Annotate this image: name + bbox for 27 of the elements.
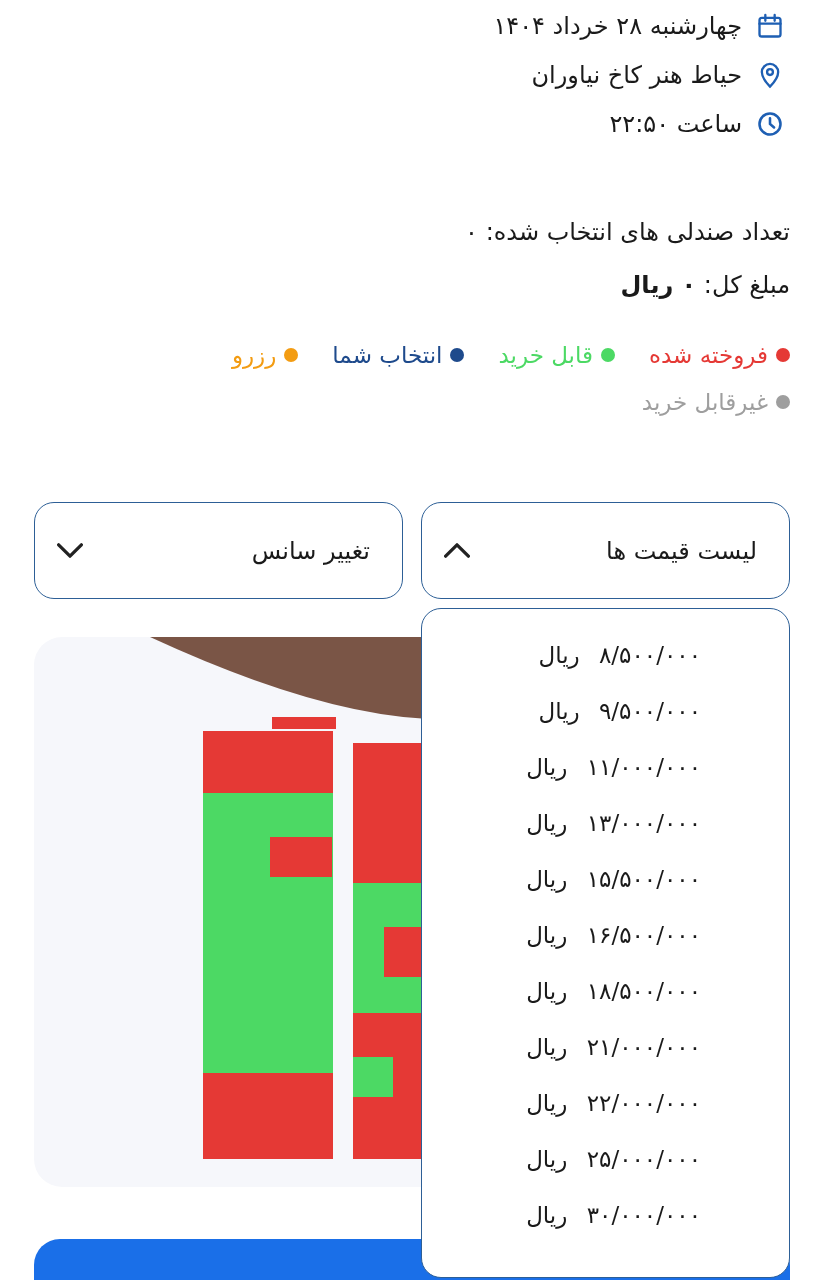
legend-label: غیرقابل خرید (641, 389, 768, 415)
info-text: حیاط هنر کاخ نیاوران (531, 61, 742, 89)
menu-option[interactable]: ۱۳/۰۰۰/۰۰۰ ریال (422, 795, 789, 851)
legend-label: قابل خرید (498, 342, 593, 368)
info-text: ساعت ۲۲:۵۰ (609, 110, 742, 138)
total-price-text: مبلغ کل: ۰ ریال (620, 271, 790, 299)
menu-option[interactable]: ۳۰/۰۰۰/۰۰۰ ریال (422, 1187, 789, 1243)
menu-option[interactable]: ۲۲/۰۰۰/۰۰۰ ریال (422, 1075, 789, 1131)
menu-option[interactable]: ۱۸/۵۰۰/۰۰۰ ریال (422, 963, 789, 1019)
legend-label: رزرو (231, 342, 277, 368)
info-text: چهارشنبه ۲۸ خرداد ۱۴۰۴ (493, 12, 742, 40)
menu-option[interactable]: ۲۵/۰۰۰/۰۰۰ ریال (422, 1131, 789, 1187)
clock-icon (756, 110, 784, 138)
calendar-icon (756, 12, 784, 40)
menu-option[interactable]: ۱۵/۵۰۰/۰۰۰ ریال (422, 851, 789, 907)
chevron-up-icon (444, 543, 470, 558)
chevron-down-icon (57, 543, 83, 558)
selected-count-text: تعداد صندلی های انتخاب شده: ۰ (465, 218, 790, 246)
legend-label: فروخته شده (649, 342, 768, 368)
legend-label: انتخاب شما (332, 342, 443, 368)
menu-option[interactable]: ۹/۵۰۰/۰۰۰ ریال (422, 683, 789, 739)
menu-option[interactable]: ۱۱/۰۰۰/۰۰۰ ریال (422, 739, 789, 795)
menu-option[interactable]: ۸/۵۰۰/۰۰۰ ریال (422, 627, 789, 683)
dropdown[interactable]: لیست قیمت ها (421, 502, 790, 599)
menu-option[interactable]: ۱۶/۵۰۰/۰۰۰ ریال (422, 907, 789, 963)
menu-option[interactable]: ۲۱/۰۰۰/۰۰۰ ریال (422, 1019, 789, 1075)
dropdown[interactable]: تغییر سانس (34, 502, 403, 599)
